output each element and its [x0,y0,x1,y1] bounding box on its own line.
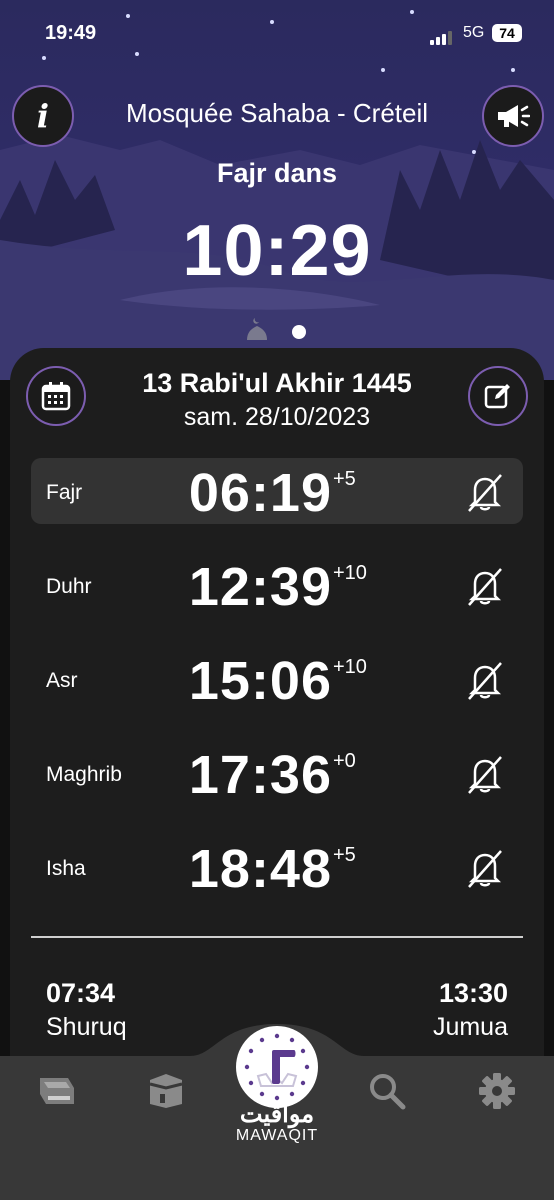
shuruq-time: 07:34 [46,978,116,1008]
status-time: 19:49 [45,22,97,44]
hijri-date: 13 Rabi'ul Akhir 1445 [142,368,412,398]
quran-icon[interactable] [38,1074,78,1113]
bell-off-icon[interactable] [463,754,507,799]
edit-icon [484,384,510,409]
settings-icon[interactable] [478,1072,516,1115]
mawaqit-logo-icon [244,1033,310,1101]
divider [31,936,523,938]
prayer-row-fajr: Fajr 06:19 +5 [31,458,523,524]
countdown-timer: 10:29 [182,211,372,291]
status-bar: 19:49 5G 74 [0,22,554,50]
mawaqit-logo-button[interactable] [236,1026,318,1108]
prayer-row-duhr: Duhr 12:39 +10 [31,552,523,618]
calendar-button[interactable] [26,366,86,426]
search-icon[interactable] [368,1072,406,1115]
calendar-icon [41,382,71,411]
bell-off-icon[interactable] [463,472,507,517]
signal-icon [430,27,454,45]
edit-button[interactable] [468,366,528,426]
battery-icon: 74 [492,24,522,42]
prayer-offset: +10 [333,656,367,678]
prayer-time: 12:39 [188,557,332,617]
megaphone-icon [498,105,530,127]
page-dot-active [292,325,306,339]
prayer-offset: +10 [333,562,367,584]
kaaba-icon[interactable] [148,1072,184,1113]
mawaqit-latin-label: MAWAQIT [235,1127,319,1144]
announcement-button[interactable] [482,85,544,147]
jumua-time: 13:30 [438,978,508,1008]
prayer-offset: +5 [333,844,356,866]
bell-off-icon[interactable] [463,660,507,705]
prayer-name: Fajr [46,481,83,504]
prayer-row-maghrib: Maghrib 17:36 +0 [31,740,523,806]
prayer-time: 18:48 [188,839,332,899]
bell-off-icon[interactable] [463,848,507,893]
prayer-time: 15:06 [188,651,332,711]
gregorian-date: sam. 28/10/2023 [183,403,371,431]
prayer-time: 06:19 [188,463,332,523]
prayer-name: Maghrib [46,763,122,786]
page-indicator[interactable] [245,316,309,347]
prayer-time: 17:36 [188,745,332,805]
info-button[interactable]: i [12,85,74,147]
prayer-offset: +0 [333,750,356,772]
mawaqit-arabic-label: مواقيت [239,1101,315,1128]
info-icon: i [36,97,50,135]
bell-off-icon[interactable] [463,566,507,611]
prayer-row-asr: Asr 15:06 +10 [31,646,523,712]
next-prayer-label: Fajr dans [216,158,338,188]
prayer-name: Asr [46,669,78,692]
network-label: 5G [463,24,485,41]
prayer-row-isha: Isha 18:48 +5 [31,834,523,900]
prayer-name: Isha [46,857,86,880]
mosque-name: Mosquée Sahaba - Créteil [125,98,429,128]
prayer-name: Duhr [46,575,92,598]
mosque-dot-icon [247,326,267,340]
prayer-offset: +5 [333,468,356,490]
